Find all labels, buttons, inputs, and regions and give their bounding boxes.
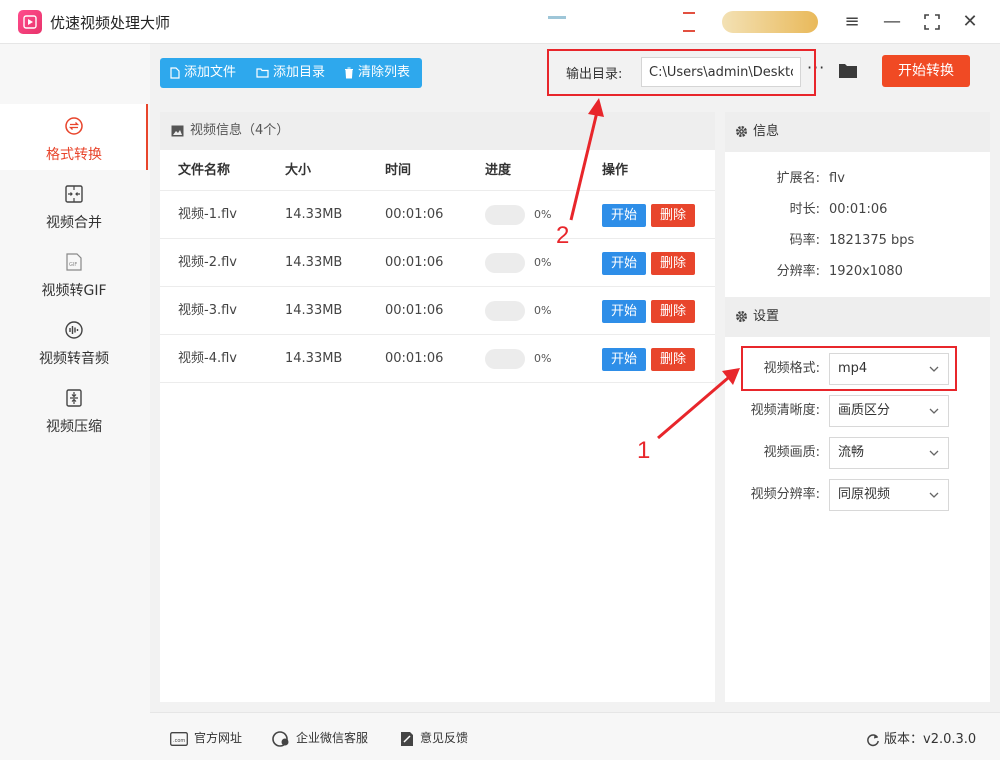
official-website-link[interactable]: .com 官方网址	[170, 729, 242, 746]
website-icon: .com	[170, 731, 188, 746]
wechat-support-link[interactable]: 企业微信客服	[272, 729, 368, 747]
chat-icon	[272, 730, 289, 747]
feedback-icon	[401, 731, 413, 746]
feedback-link[interactable]: 意见反馈	[400, 729, 468, 747]
annotation-number: 2	[556, 222, 570, 249]
refresh-icon[interactable]	[866, 733, 880, 747]
annotation-number: 1	[637, 437, 651, 464]
annotation-arrows	[569, 98, 740, 440]
version-label: 版本：v2.0.3.0	[866, 728, 976, 747]
footer: .com 官方网址 企业微信客服 意见反馈 版本：v2.0.3.0	[150, 712, 1000, 760]
svg-text:.com: .com	[173, 738, 185, 744]
